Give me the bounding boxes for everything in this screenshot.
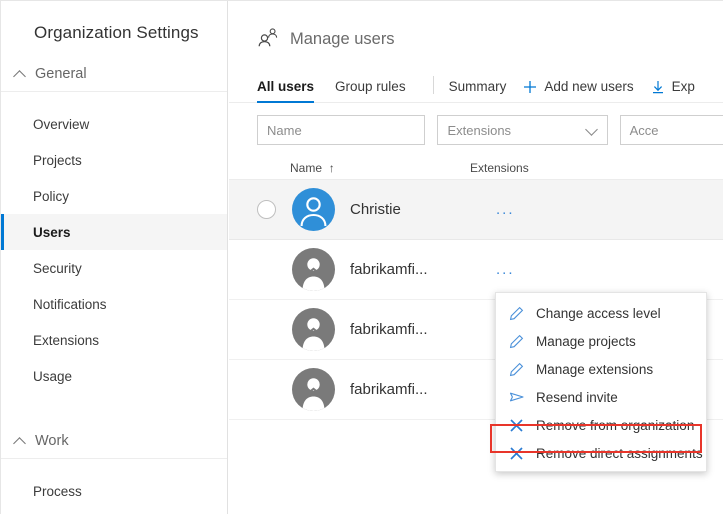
menu-item-change-access-level[interactable]: Change access level — [496, 299, 706, 327]
page-title: Organization Settings — [1, 1, 227, 43]
chevron-down-icon — [586, 124, 598, 136]
row-name: fabrikamfi... — [350, 381, 470, 398]
add-new-users-label: Add new users — [544, 79, 633, 94]
tab-bar: All users Group rules Summary Add new us… — [229, 67, 723, 103]
table-row[interactable]: Christie ... — [229, 180, 723, 240]
sidebar-item-users[interactable]: Users — [1, 214, 227, 250]
sidebar-item-extensions[interactable]: Extensions — [1, 322, 227, 358]
menu-item-label: Change access level — [536, 306, 661, 321]
filter-bar: Name Extensions Acce — [229, 103, 723, 145]
menu-item-label: Remove direct assignments — [536, 446, 703, 461]
export-label: Exp — [672, 79, 695, 94]
menu-item-label: Manage projects — [536, 334, 636, 349]
sidebar-item-label: Process — [33, 484, 82, 499]
access-level-filter-dropdown[interactable]: Acce — [620, 115, 723, 145]
sidebar-item-label: Overview — [33, 117, 89, 132]
app-window: Organization Settings General Overview P… — [0, 0, 723, 514]
sidebar-item-label: Policy — [33, 189, 69, 204]
sidebar: Organization Settings General Overview P… — [1, 1, 228, 514]
toolbar-divider — [433, 76, 434, 94]
chevron-up-icon — [13, 434, 27, 448]
pencil-icon — [508, 306, 525, 321]
tab-label: All users — [257, 79, 314, 94]
nav-spacer — [1, 92, 227, 106]
sidebar-item-process[interactable]: Process — [1, 473, 227, 509]
summary-button[interactable]: Summary — [449, 79, 507, 102]
row-name: fabrikamfi... — [350, 321, 470, 338]
sidebar-item-security[interactable]: Security — [1, 250, 227, 286]
menu-item-label: Manage extensions — [536, 362, 653, 377]
arrow-up-icon: ↑ — [325, 161, 334, 175]
sidebar-group-work-label: Work — [35, 433, 69, 449]
menu-item-label: Resend invite — [536, 390, 618, 405]
sidebar-item-label: Users — [33, 225, 71, 240]
sidebar-item-label: Extensions — [33, 333, 99, 348]
extensions-filter-value: Extensions — [447, 123, 511, 138]
sidebar-group-general-label: General — [35, 66, 87, 82]
avatar — [292, 188, 335, 231]
table-row[interactable]: fabrikamfi... ... — [229, 240, 723, 300]
menu-item-resend-invite[interactable]: Resend invite — [496, 383, 706, 411]
sidebar-item-label: Security — [33, 261, 82, 276]
row-name: Christie — [350, 201, 470, 218]
row-more-actions-button[interactable]: ... — [496, 202, 515, 217]
sidebar-item-overview[interactable]: Overview — [1, 106, 227, 142]
sidebar-group-general[interactable]: General — [1, 57, 227, 92]
download-icon — [651, 80, 665, 94]
sidebar-item-policy[interactable]: Policy — [1, 178, 227, 214]
sidebar-item-projects[interactable]: Projects — [1, 142, 227, 178]
chevron-up-icon — [13, 67, 27, 81]
sidebar-item-label: Usage — [33, 369, 72, 384]
table-header-row: Name ↑ Extensions — [229, 157, 723, 180]
row-context-menu: Change access level Manage projects Mana… — [495, 292, 707, 472]
avatar — [292, 308, 335, 351]
search-input-placeholder: Name — [267, 123, 302, 138]
search-input[interactable]: Name — [257, 115, 425, 145]
access-level-filter-value: Acce — [630, 123, 659, 138]
sidebar-item-usage[interactable]: Usage — [1, 358, 227, 394]
row-more-actions-button[interactable]: ... — [496, 262, 515, 277]
column-header-name[interactable]: Name ↑ — [257, 161, 470, 175]
plus-icon — [523, 80, 537, 94]
sidebar-item-label: Projects — [33, 153, 82, 168]
row-checkbox[interactable] — [257, 200, 276, 219]
sidebar-group-work[interactable]: Work — [1, 424, 227, 459]
nav-spacer — [1, 459, 227, 473]
send-icon — [508, 390, 525, 404]
row-name: fabrikamfi... — [350, 261, 470, 278]
menu-item-label: Remove from organization — [536, 418, 694, 433]
x-icon — [508, 446, 525, 461]
extensions-filter-dropdown[interactable]: Extensions — [437, 115, 607, 145]
menu-item-manage-extensions[interactable]: Manage extensions — [496, 355, 706, 383]
column-header-name-label: Name — [290, 161, 322, 175]
summary-label: Summary — [449, 79, 507, 94]
content-title: Manage users — [290, 30, 395, 49]
column-header-extensions[interactable]: Extensions — [470, 161, 590, 175]
column-header-extensions-label: Extensions — [470, 161, 529, 175]
tab-all-users[interactable]: All users — [257, 79, 314, 102]
tab-label: Group rules — [335, 79, 406, 94]
x-icon — [508, 418, 525, 433]
menu-item-remove-direct-assignments[interactable]: Remove direct assignments — [496, 439, 706, 467]
pencil-icon — [508, 362, 525, 377]
pencil-icon — [508, 334, 525, 349]
sidebar-item-label: Notifications — [33, 297, 107, 312]
menu-item-manage-projects[interactable]: Manage projects — [496, 327, 706, 355]
avatar — [292, 368, 335, 411]
add-new-users-button[interactable]: Add new users — [523, 79, 633, 102]
sidebar-item-notifications[interactable]: Notifications — [1, 286, 227, 322]
avatar — [292, 248, 335, 291]
people-icon — [257, 27, 279, 52]
export-button[interactable]: Exp — [651, 79, 695, 102]
content-header: Manage users — [229, 1, 723, 52]
tab-group-rules[interactable]: Group rules — [335, 79, 406, 102]
menu-item-remove-from-organization[interactable]: Remove from organization — [496, 411, 706, 439]
